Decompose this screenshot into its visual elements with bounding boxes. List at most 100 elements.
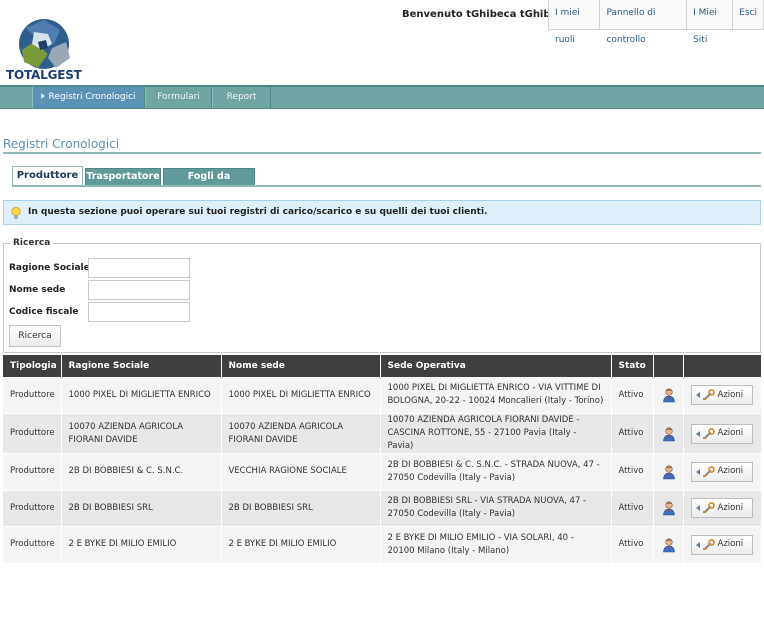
tab-produttore[interactable]: Produttore xyxy=(12,166,83,187)
nav-label: Report xyxy=(226,92,257,102)
azioni-button[interactable]: Azioni xyxy=(690,423,753,444)
azioni-button[interactable]: Azioni xyxy=(690,385,753,405)
nav-item-formulari[interactable]: Formulari xyxy=(145,87,212,108)
wrench-icon xyxy=(702,427,715,439)
link-control-panel[interactable]: Pannello di controllo xyxy=(600,0,688,45)
tab-trasportatore[interactable]: Trasportatore xyxy=(85,168,161,186)
table-row[interactable]: Produttore 2 E BYKE DI MILIO EMILIO 2 E BY… xyxy=(3,526,762,564)
column-header-sede-operativa[interactable]: Sede Operativa xyxy=(380,355,612,377)
azioni-label: Azioni xyxy=(717,466,744,477)
cell-user xyxy=(653,490,684,527)
codice-fiscale-label: Codice fiscale xyxy=(9,307,79,317)
cell-stato: Attivo xyxy=(611,377,654,414)
arrow-right-icon xyxy=(41,93,46,99)
main-nav: Registri Cronologici Formulari Report xyxy=(0,85,764,109)
logo-text: TOTALGEST xyxy=(6,68,82,82)
cell-stato: Attivo xyxy=(611,453,654,491)
results-table: Tipologia Ragione Sociale Nome sede Sede… xyxy=(3,355,762,564)
cell-actions: Azioni xyxy=(683,377,762,414)
table-row[interactable]: Produttore 1000 PIXEL DI MIGLIETTA ENRICO… xyxy=(3,377,762,414)
cell-sede-operativa: 2 E BYKE DI MILIO EMILIO - VIA SOLARI, 4… xyxy=(380,526,612,564)
cell-ragione-sociale: 2B DI BOBBIESI & C. S.N.C. xyxy=(61,453,222,491)
lightbulb-icon xyxy=(11,206,21,219)
cell-stato: Attivo xyxy=(611,413,654,454)
cell-tipologia: Produttore xyxy=(3,453,62,491)
cell-tipologia: Produttore xyxy=(3,490,62,527)
cell-actions: Azioni xyxy=(683,413,762,454)
nome-sede-input[interactable] xyxy=(88,280,190,300)
cell-ragione-sociale: 2B DI BOBBIESI SRL xyxy=(61,490,222,527)
cell-ragione-sociale: 2 E BYKE DI MILIO EMILIO xyxy=(61,526,222,564)
wrench-icon xyxy=(702,538,715,550)
wrench-icon xyxy=(702,465,715,477)
cell-nome-sede: 1000 PIXEL DI MIGLIETTA ENRICO xyxy=(221,377,381,414)
column-header-nome-sede[interactable]: Nome sede xyxy=(221,355,381,377)
cell-user xyxy=(653,526,684,564)
azioni-label: Azioni xyxy=(717,389,744,400)
nav-item-report[interactable]: Report xyxy=(212,87,271,108)
caret-left-icon xyxy=(695,541,700,548)
user-icon[interactable] xyxy=(661,500,677,516)
search-legend: Ricerca xyxy=(10,238,54,248)
link-logout[interactable]: Esci xyxy=(733,0,764,30)
link-my-roles[interactable]: I miei ruoli xyxy=(549,0,601,45)
azioni-label: Azioni xyxy=(717,539,744,550)
cell-sede-operativa: 2B DI BOBBIESI & C. S.N.C. - STRADA NUOV… xyxy=(380,453,612,491)
cell-sede-operativa: 10070 AZIENDA AGRICOLA FIORANI DAVIDE - … xyxy=(380,413,612,454)
cell-nome-sede: 10070 AZIENDA AGRICOLA FIORANI DAVIDE xyxy=(221,413,381,454)
nav-label: Formulari xyxy=(157,92,200,102)
caret-left-icon xyxy=(695,468,700,475)
azioni-label: Azioni xyxy=(717,502,744,513)
user-icon[interactable] xyxy=(661,537,677,553)
column-header-tipologia[interactable]: Tipologia xyxy=(3,355,62,377)
cell-nome-sede: 2B DI BOBBIESI SRL xyxy=(221,490,381,527)
table-row[interactable]: Produttore 10070 AZIENDA AGRICOLA FIORANI… xyxy=(3,413,762,454)
cell-stato: Attivo xyxy=(611,490,654,527)
cell-user xyxy=(653,377,684,414)
azioni-button[interactable]: Azioni xyxy=(690,534,753,555)
ragione-sociale-label: Ragione Sociale xyxy=(9,263,90,273)
user-icon[interactable] xyxy=(661,464,677,480)
user-icon[interactable] xyxy=(661,426,677,442)
top-links: I miei ruoli Pannello di controllo I Mie… xyxy=(548,0,764,45)
page-title: Registri Cronologici xyxy=(3,137,120,151)
user-icon[interactable] xyxy=(661,387,677,403)
info-text: In questa sezione puoi operare sui tuoi … xyxy=(28,207,488,217)
cell-tipologia: Produttore xyxy=(3,526,62,564)
cell-ragione-sociale: 1000 PIXEL DI MIGLIETTA ENRICO xyxy=(61,377,222,414)
info-message: In questa sezione puoi operare sui tuoi … xyxy=(3,200,761,225)
nav-label: Registri Cronologici xyxy=(48,92,136,102)
caret-left-icon xyxy=(695,505,700,512)
cell-nome-sede: 2 E BYKE DI MILIO EMILIO xyxy=(221,526,381,564)
caret-left-icon xyxy=(695,392,700,398)
ragione-sociale-input[interactable] xyxy=(88,258,190,278)
wrench-icon xyxy=(702,389,715,401)
tab-fogli-da-vidimare[interactable]: Fogli da vidimare xyxy=(163,168,255,198)
cell-tipologia: Produttore xyxy=(3,377,62,414)
table-row[interactable]: Produttore 2B DI BOBBIESI & C. S.N.C. VECC… xyxy=(3,453,762,491)
column-header-user xyxy=(653,355,684,377)
cell-tipologia: Produttore xyxy=(3,413,62,454)
cell-actions: Azioni xyxy=(683,526,762,564)
column-header-stato[interactable]: Stato xyxy=(611,355,654,377)
wrench-icon xyxy=(702,502,715,514)
cell-sede-operativa: 2B DI BOBBIESI SRL - VIA STRADA NUOVA, 4… xyxy=(380,490,612,527)
azioni-button[interactable]: Azioni xyxy=(690,498,753,519)
nome-sede-label: Nome sede xyxy=(9,285,66,295)
cell-user xyxy=(653,453,684,491)
table-header-row: Tipologia Ragione Sociale Nome sede Sede… xyxy=(3,355,762,377)
cell-nome-sede: VECCHIA RAGIONE SOCIALE xyxy=(221,453,381,491)
search-button[interactable]: Ricerca xyxy=(9,325,61,347)
caret-left-icon xyxy=(695,430,700,437)
link-my-sites[interactable]: I Miei Siti xyxy=(687,0,734,45)
cell-actions: Azioni xyxy=(683,453,762,491)
cell-user xyxy=(653,413,684,454)
column-header-ragione-sociale[interactable]: Ragione Sociale xyxy=(61,355,222,377)
column-header-actions xyxy=(683,355,762,377)
table-row[interactable]: Produttore 2B DI BOBBIESI SRL 2B DI BOBBIE… xyxy=(3,490,762,527)
codice-fiscale-input[interactable] xyxy=(88,302,190,322)
cell-actions: Azioni xyxy=(683,490,762,527)
azioni-button[interactable]: Azioni xyxy=(690,461,753,482)
azioni-label: Azioni xyxy=(717,428,744,438)
nav-item-registri-cronologici[interactable]: Registri Cronologici xyxy=(32,87,145,108)
